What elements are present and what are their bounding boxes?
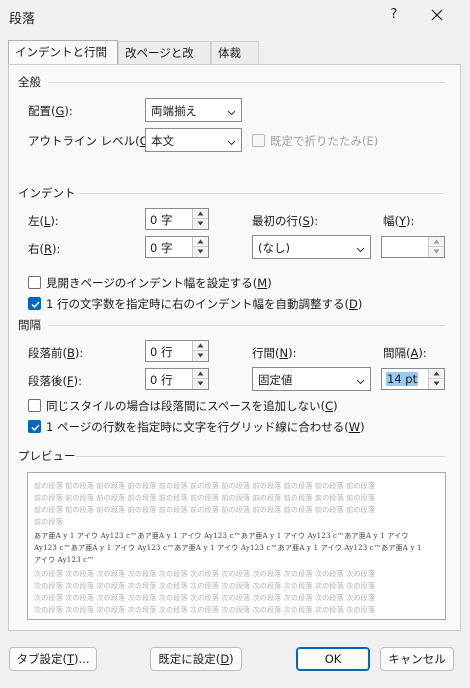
- spacing-at-label: 間隔(A):: [383, 346, 427, 360]
- indent-right-spinner[interactable]: 0 字: [145, 236, 209, 258]
- indent-heading: インデント: [18, 186, 76, 200]
- snap-to-grid-label: 1 ページの行数を指定時に文字を行グリッド線に合わせる(W): [46, 420, 365, 434]
- spacing-separator: [48, 325, 445, 326]
- preview-current-line: あア亜A y 1 アイウ Ay123 c™あア亜A y 1 アイウ Ay123 …: [34, 532, 409, 540]
- spin-up-icon[interactable]: [193, 237, 208, 247]
- help-icon[interactable]: ?: [386, 7, 402, 22]
- preview-prev-line: 前の段落 前の段落 前の段落 前の段落 前の段落 前の段落 前の段落 前の段落 …: [34, 482, 376, 490]
- preview-next-line: 次の段落 次の段落 次の段落 次の段落 次の段落 次の段落 次の段落 次の段落 …: [34, 582, 376, 590]
- indent-left-label: 左(L):: [28, 214, 59, 228]
- auto-adjust-indent-checkbox[interactable]: [28, 297, 41, 310]
- auto-adjust-indent-label: 1 行の文字数を指定時に右のインデント幅を自動調整する(D): [46, 297, 363, 311]
- first-line-label: 最初の行(S):: [252, 214, 319, 228]
- close-icon[interactable]: [428, 6, 446, 24]
- first-line-select[interactable]: (なし): [252, 235, 371, 259]
- tabs-button[interactable]: タブ設定(T)...: [9, 647, 97, 671]
- preview-current-line: アイウ Ay123 c™: [34, 556, 95, 564]
- checkmark-icon: [31, 301, 40, 309]
- checkmark-icon: [31, 424, 40, 432]
- alignment-label: 配置(G):: [28, 104, 73, 118]
- spin-up-icon[interactable]: [193, 209, 208, 219]
- spin-up-icon[interactable]: [193, 369, 208, 379]
- spin-down-icon[interactable]: [429, 247, 444, 257]
- indent-left-value: 0 字: [150, 213, 173, 227]
- alignment-select[interactable]: 両端揃え: [145, 98, 242, 122]
- no-space-same-style-checkbox[interactable]: [28, 399, 41, 412]
- preview-prev-line: 前の段落 前の段落 前の段落 前の段落 前の段落 前の段落 前の段落 前の段落 …: [34, 506, 376, 514]
- chevron-down-icon: [227, 136, 236, 146]
- spin-down-icon[interactable]: [193, 351, 208, 361]
- spin-down-icon[interactable]: [193, 379, 208, 389]
- chevron-down-icon: [356, 375, 365, 385]
- spacing-before-value: 0 行: [150, 345, 173, 359]
- mirror-indents-label: 見開きページのインデント幅を設定する(M): [46, 276, 272, 290]
- indent-right-label: 右(R):: [28, 242, 61, 256]
- spacing-at-value: 14 pt: [386, 372, 419, 386]
- preview-separator: [76, 456, 445, 457]
- spin-down-icon[interactable]: [429, 379, 444, 389]
- ok-button[interactable]: OK: [296, 647, 370, 671]
- outline-level-select[interactable]: 本文: [145, 128, 242, 152]
- spin-down-icon[interactable]: [193, 247, 208, 257]
- tab-asian-typography[interactable]: 体裁: [211, 41, 259, 65]
- line-spacing-value: 固定値: [258, 373, 293, 387]
- preview-prev-line: 前の段落: [34, 518, 63, 526]
- cancel-button[interactable]: キャンセル: [380, 647, 454, 671]
- spacing-heading: 間隔: [18, 318, 41, 332]
- indent-separator: [76, 193, 445, 194]
- spacing-before-label: 段落前(B):: [28, 346, 84, 360]
- spacing-before-spinner[interactable]: 0 行: [145, 340, 209, 362]
- line-spacing-label: 行間(N):: [252, 346, 297, 360]
- preview-next-line: 次の段落 次の段落 次の段落 次の段落 次の段落 次の段落 次の段落 次の段落 …: [34, 594, 376, 602]
- first-line-value: (なし): [258, 241, 290, 255]
- spacing-after-value: 0 行: [150, 373, 173, 387]
- spin-up-icon[interactable]: [193, 341, 208, 351]
- chevron-down-icon: [356, 243, 365, 253]
- indent-right-value: 0 字: [150, 241, 173, 255]
- general-heading: 全般: [18, 75, 41, 89]
- preview-prev-line: 前の段落 前の段落 前の段落 前の段落 前の段落 前の段落 前の段落 前の段落 …: [34, 494, 376, 502]
- spacing-at-spinner[interactable]: 14 pt: [381, 368, 445, 390]
- indent-left-spinner[interactable]: 0 字: [145, 208, 209, 230]
- indent-width-label: 幅(Y):: [383, 214, 415, 228]
- indent-width-spinner[interactable]: [381, 236, 445, 258]
- collapse-label: 既定で折りたたみ(E): [270, 134, 379, 148]
- no-space-same-style-label: 同じスタイルの場合は段落間にスペースを追加しない(C): [46, 399, 338, 413]
- chevron-down-icon: [227, 106, 236, 116]
- snap-to-grid-checkbox[interactable]: [28, 420, 41, 433]
- title-bar: 段落 ?: [0, 0, 470, 34]
- preview-heading: プレビュー: [18, 449, 76, 463]
- spin-up-icon[interactable]: [429, 237, 444, 247]
- tab-line-page-breaks[interactable]: 改ページと改行: [118, 41, 211, 82]
- preview-pane: 前の段落 前の段落 前の段落 前の段落 前の段落 前の段落 前の段落 前の段落 …: [27, 472, 446, 620]
- preview-current-line: Ay123 c™あア亜A y 1 アイウ Ay123 c™あア亜A y 1 アイ…: [34, 544, 422, 552]
- line-spacing-select[interactable]: 固定値: [252, 367, 371, 391]
- spin-down-icon[interactable]: [193, 219, 208, 229]
- set-default-button[interactable]: 既定に設定(D): [150, 647, 242, 671]
- spacing-after-spinner[interactable]: 0 行: [145, 368, 209, 390]
- preview-next-line: 次の段落 次の段落 次の段落 次の段落 次の段落 次の段落 次の段落 次の段落 …: [34, 570, 376, 578]
- general-separator: [48, 82, 445, 83]
- tab-indents-spacing[interactable]: インデントと行間隔: [8, 40, 118, 81]
- spin-up-icon[interactable]: [429, 369, 444, 379]
- mirror-indents-checkbox[interactable]: [28, 276, 41, 289]
- alignment-value: 両端揃え: [151, 104, 197, 118]
- collapse-checkbox[interactable]: [252, 134, 265, 147]
- spacing-after-label: 段落後(F):: [28, 374, 82, 388]
- outline-level-value: 本文: [151, 134, 174, 148]
- outline-level-label: アウトライン レベル(O):: [28, 134, 157, 148]
- window-title: 段落: [9, 12, 36, 27]
- preview-next-line: 次の段落 次の段落 次の段落 次の段落 次の段落 次の段落 次の段落 次の段落 …: [34, 606, 376, 614]
